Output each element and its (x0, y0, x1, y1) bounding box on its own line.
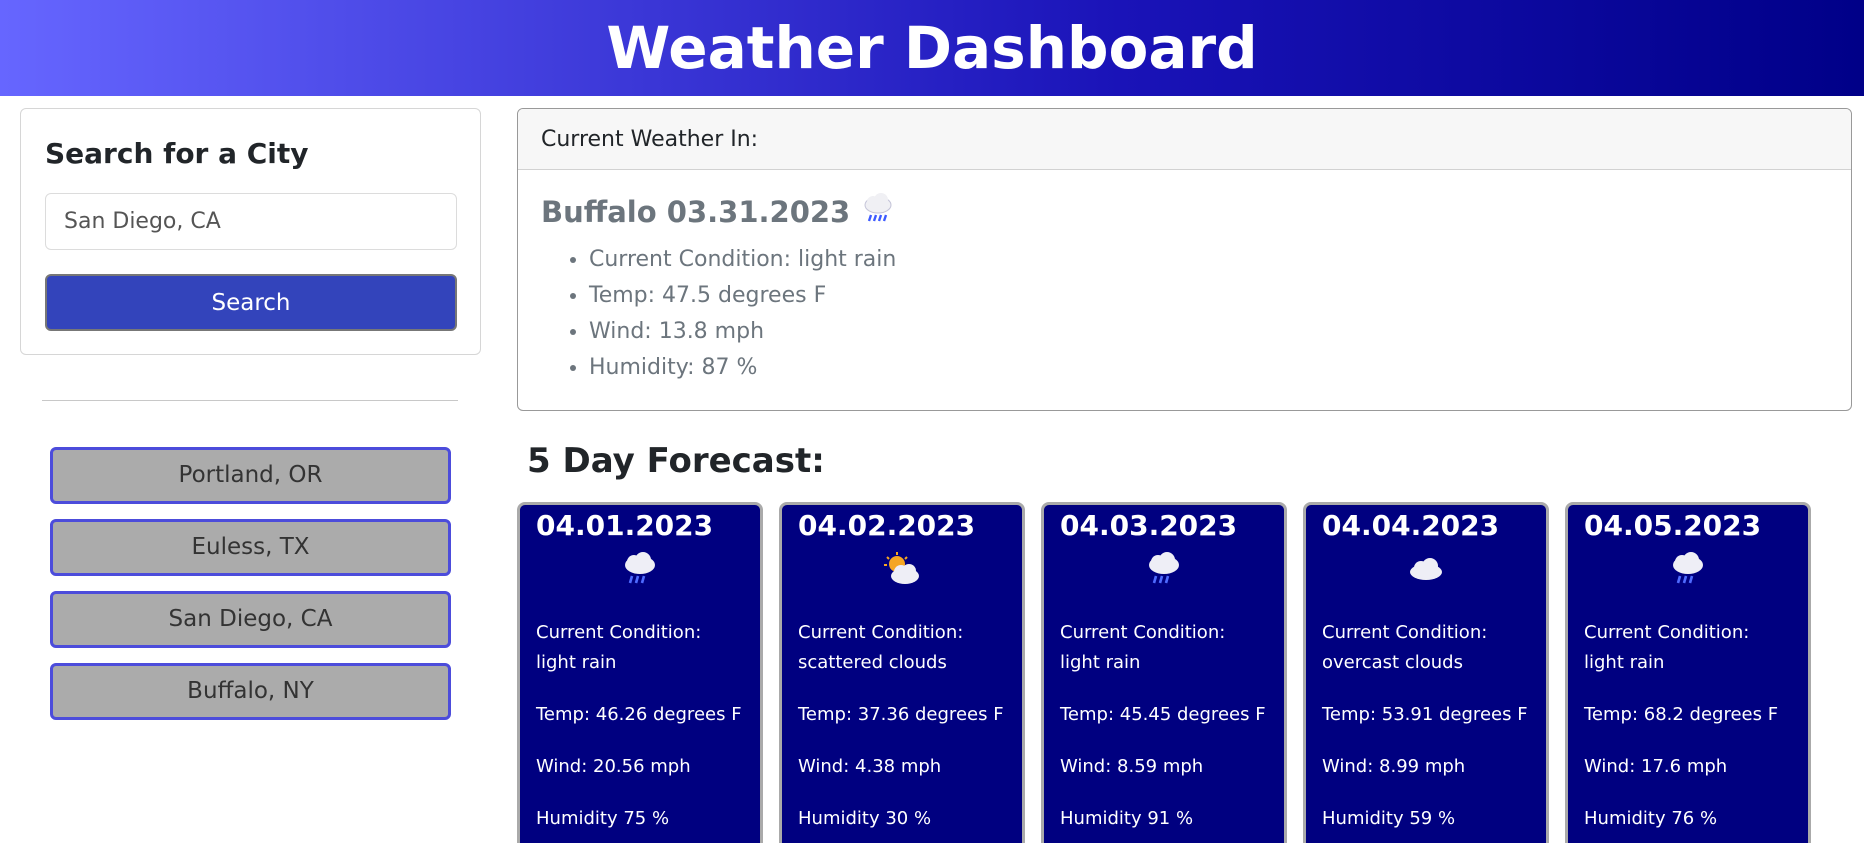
forecast-card: 04.03.2023 Current Condition: light rain… (1041, 502, 1287, 843)
forecast-date: 04.05.2023 (1584, 509, 1762, 542)
history-button-san-diego[interactable]: San Diego, CA (50, 591, 451, 648)
forecast-card: 04.05.2023 Current Condition: light rain… (1565, 502, 1811, 843)
search-title: Search for a City (45, 137, 309, 170)
forecast-wind: Wind: 4.38 mph (798, 756, 942, 777)
page-title: Weather Dashboard (606, 14, 1258, 82)
forecast-wind: Wind: 20.56 mph (536, 756, 691, 777)
current-wind: Wind: 13.8 mph (589, 314, 1828, 350)
forecast-humidity: Humidity 91 % (1060, 808, 1194, 829)
forecast-temp: Temp: 37.36 degrees F (798, 704, 1004, 725)
rain-cloud-icon (536, 544, 744, 598)
current-weather-body: Buffalo 03.31.2023 Current Condition: li… (518, 170, 1851, 410)
forecast-condition: Current Condition: light rain (1584, 622, 1750, 673)
search-button[interactable]: Search (45, 274, 457, 331)
current-city-date: Buffalo 03.31.2023 (541, 195, 851, 229)
forecast-humidity: Humidity 75 % (536, 808, 670, 829)
search-panel: Search for a City Search (20, 108, 481, 355)
forecast-temp: Temp: 68.2 degrees F (1584, 704, 1779, 725)
history-button-portland[interactable]: Portland, OR (50, 447, 451, 504)
cloud-icon (1322, 544, 1530, 598)
forecast-date: 04.03.2023 (1060, 509, 1238, 542)
rain-cloud-icon (1584, 544, 1792, 598)
forecast-row: 04.01.2023 Current Condition: light rain… (517, 502, 1864, 843)
forecast-condition: Current Condition: light rain (536, 622, 702, 673)
forecast-condition: Current Condition: light rain (1060, 622, 1226, 673)
current-condition: Current Condition: light rain (589, 242, 1828, 278)
forecast-card: 04.04.2023 Current Condition: overcast c… (1303, 502, 1549, 843)
forecast-condition: Current Condition: scattered clouds (798, 622, 964, 673)
forecast-date: 04.02.2023 (798, 509, 976, 542)
forecast-date: 04.04.2023 (1322, 509, 1500, 542)
current-weather-header: Current Weather In: (518, 109, 1851, 170)
rain-cloud-icon (860, 192, 896, 232)
page-header: Weather Dashboard (0, 0, 1864, 96)
forecast-temp: Temp: 45.45 degrees F (1060, 704, 1266, 725)
history-button-euless[interactable]: Euless, TX (50, 519, 451, 576)
forecast-humidity: Humidity 59 % (1322, 808, 1456, 829)
rain-cloud-icon (1060, 544, 1268, 598)
current-humidity: Humidity: 87 % (589, 350, 1828, 386)
forecast-title: 5 Day Forecast: (527, 441, 825, 481)
forecast-date: 04.01.2023 (536, 509, 714, 542)
current-city-heading: Buffalo 03.31.2023 (541, 192, 1828, 232)
history-button-buffalo[interactable]: Buffalo, NY (50, 663, 451, 720)
forecast-humidity: Humidity 30 % (798, 808, 932, 829)
current-weather-details: Current Condition: light rain Temp: 47.5… (541, 242, 1828, 386)
city-search-input[interactable] (45, 193, 457, 250)
forecast-temp: Temp: 53.91 degrees F (1322, 704, 1528, 725)
forecast-wind: Wind: 8.59 mph (1060, 756, 1204, 777)
forecast-wind: Wind: 17.6 mph (1584, 756, 1728, 777)
forecast-humidity: Humidity 76 % (1584, 808, 1718, 829)
current-temp: Temp: 47.5 degrees F (589, 278, 1828, 314)
forecast-wind: Wind: 8.99 mph (1322, 756, 1466, 777)
search-history-list: Portland, OR Euless, TX San Diego, CA Bu… (50, 447, 451, 735)
forecast-card: 04.01.2023 Current Condition: light rain… (517, 502, 763, 843)
divider (42, 400, 458, 401)
current-weather-card: Current Weather In: Buffalo 03.31.2023 C… (517, 108, 1852, 411)
forecast-temp: Temp: 46.26 degrees F (536, 704, 742, 725)
forecast-card: 04.02.2023 Current Condition: scattered … (779, 502, 1025, 843)
sun-cloud-icon (798, 544, 1006, 598)
forecast-condition: Current Condition: overcast clouds (1322, 622, 1488, 673)
